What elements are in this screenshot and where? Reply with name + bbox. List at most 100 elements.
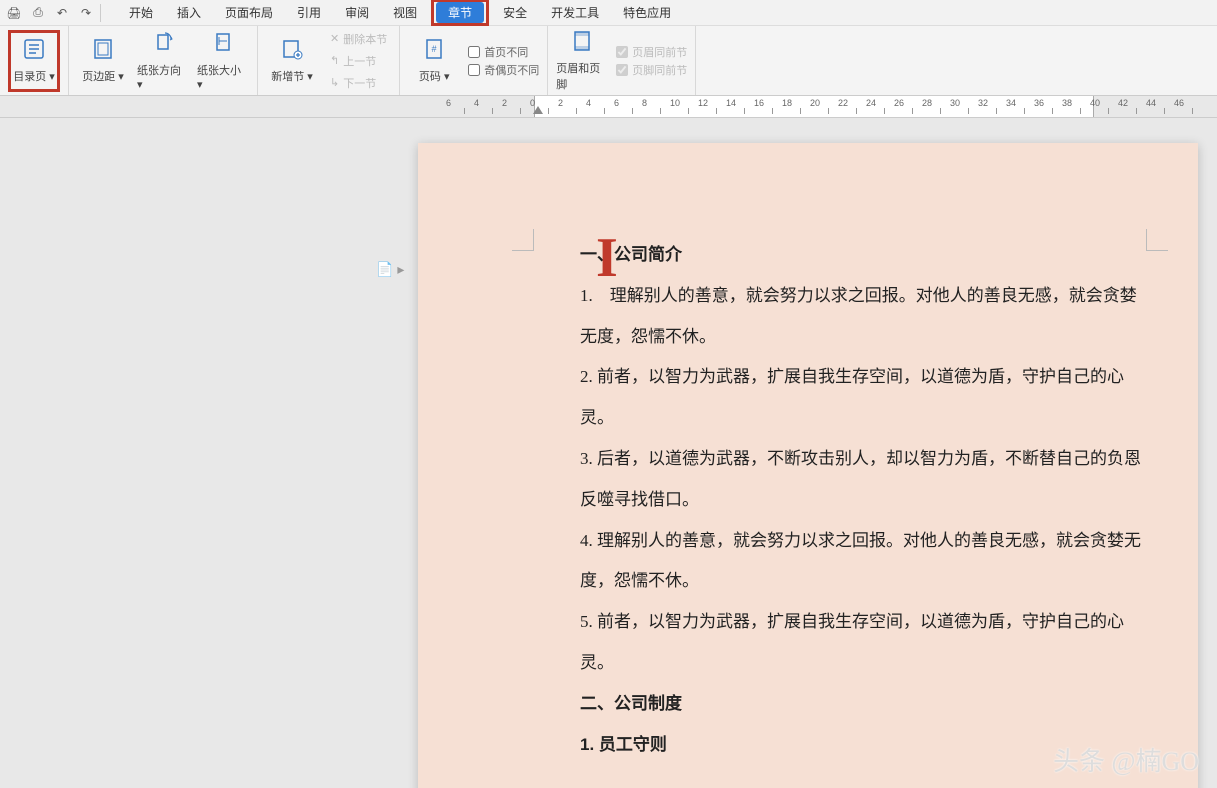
ruler-number: 38 xyxy=(1062,98,1072,108)
print-preview-icon[interactable]: ⎙ xyxy=(28,3,48,23)
toc-icon xyxy=(22,37,46,68)
ruler-number: 10 xyxy=(670,98,680,108)
svg-text:#: # xyxy=(432,44,437,54)
next-section-button: ↳ 下一节 xyxy=(326,73,391,93)
odd-even-different-checkbox[interactable]: 奇偶页不同 xyxy=(468,62,539,78)
redo-icon[interactable]: ↷ xyxy=(76,3,96,23)
delete-section-label: 删除本节 xyxy=(343,31,387,47)
tab-review[interactable]: 审阅 xyxy=(333,2,381,23)
separator xyxy=(100,4,101,22)
ruler-number: 44 xyxy=(1146,98,1156,108)
ruler-number: 6 xyxy=(446,98,451,108)
ruler-number: 32 xyxy=(978,98,988,108)
margin-corner-top-right xyxy=(1146,229,1168,251)
orientation-button[interactable]: 纸张方向 ▾ xyxy=(137,30,189,92)
ruler-number: 40 xyxy=(1090,98,1100,108)
tab-developer[interactable]: 开发工具 xyxy=(539,2,611,23)
delete-section-button: ✕ 删除本节 xyxy=(326,29,391,49)
first-page-different-checkbox[interactable]: 首页不同 xyxy=(468,44,539,60)
ruler-number: 20 xyxy=(810,98,820,108)
ruler-number: 8 xyxy=(642,98,647,108)
footer-link-previous-checkbox: 页脚同前节 xyxy=(616,62,687,78)
orientation-icon xyxy=(151,31,175,62)
orientation-label: 纸张方向 ▾ xyxy=(137,62,189,91)
tab-view[interactable]: 视图 xyxy=(381,2,429,23)
ruler-number: 34 xyxy=(1006,98,1016,108)
title-bar: 🖨 ⎙ ↶ ↷ 开始 插入 页面布局 引用 审阅 视图 章节 安全 开发工具 特… xyxy=(0,0,1217,26)
ribbon: 目录页 ▾ 页边距 ▾ 纸张方向 ▾ 纸张大小 ▾ 新增节 ▾ xyxy=(0,26,1217,96)
tab-start[interactable]: 开始 xyxy=(117,2,165,23)
page-diff-options: 首页不同 奇偶页不同 xyxy=(468,44,539,78)
document-body[interactable]: 一、公司简介 1. 理解别人的善意，就会努力以求之回报。对他人的善良无感，就会贪… xyxy=(534,235,1148,765)
group-sections: 新增节 ▾ ✕ 删除本节 ↰ 上一节 ↳ 下一节 xyxy=(258,26,400,95)
paper-size-button[interactable]: 纸张大小 ▾ xyxy=(197,30,249,92)
ruler-number: 6 xyxy=(614,98,619,108)
ruler-number: 2 xyxy=(502,98,507,108)
delete-section-icon: ✕ xyxy=(330,32,339,45)
header-link-label: 页眉同前节 xyxy=(632,44,687,60)
new-section-label: 新增节 ▾ xyxy=(271,68,313,84)
margin-corner-top-left xyxy=(512,229,534,251)
prev-label: 上一节 xyxy=(343,53,376,69)
tab-insert[interactable]: 插入 xyxy=(165,2,213,23)
section-properties-icon[interactable]: 📄 ▸ xyxy=(376,261,404,278)
ruler-number: 30 xyxy=(950,98,960,108)
ruler-number: 24 xyxy=(866,98,876,108)
paragraph[interactable]: 1. 理解别人的善意，就会努力以求之回报。对他人的善良无感，就会贪婪无度，怨懦不… xyxy=(580,276,1148,358)
group-page-setup: 页边距 ▾ 纸张方向 ▾ 纸张大小 ▾ xyxy=(69,26,258,95)
section-nav: ✕ 删除本节 ↰ 上一节 ↳ 下一节 xyxy=(326,29,391,93)
ruler-number: 36 xyxy=(1034,98,1044,108)
document-canvas[interactable]: 📄 ▸ 一、公司简介 1. 理解别人的善意，就会努力以求之回报。对他人的善良无感… xyxy=(0,118,1217,788)
size-icon xyxy=(211,31,235,62)
heading-1[interactable]: 一、公司简介 xyxy=(580,235,1148,276)
size-label: 纸张大小 ▾ xyxy=(197,62,249,91)
tab-special[interactable]: 特色应用 xyxy=(611,2,683,23)
ruler-number: 28 xyxy=(922,98,932,108)
ruler-number: 18 xyxy=(782,98,792,108)
tab-chapter[interactable]: 章节 xyxy=(436,2,484,23)
page[interactable]: 📄 ▸ 一、公司简介 1. 理解别人的善意，就会努力以求之回报。对他人的善良无感… xyxy=(418,143,1198,788)
ruler-number: 22 xyxy=(838,98,848,108)
horizontal-ruler[interactable]: 6420246810121416182022242628303234363840… xyxy=(0,96,1217,118)
footer-link-label: 页脚同前节 xyxy=(632,62,687,78)
toc-page-button[interactable]: 目录页 ▾ xyxy=(8,30,60,92)
prev-section-button: ↰ 上一节 xyxy=(326,51,380,71)
heading-1[interactable]: 二、公司制度 xyxy=(580,684,1148,725)
tab-references[interactable]: 引用 xyxy=(285,2,333,23)
ruler-number: 16 xyxy=(754,98,764,108)
next-label: 下一节 xyxy=(343,75,376,91)
new-section-icon xyxy=(280,37,304,68)
header-footer-button[interactable]: 页眉和页脚 xyxy=(556,30,608,92)
group-toc: 目录页 ▾ xyxy=(0,26,69,95)
group-header-footer: 页眉和页脚 页眉同前节 页脚同前节 xyxy=(548,26,696,95)
ruler-number: 4 xyxy=(474,98,479,108)
tab-security[interactable]: 安全 xyxy=(491,2,539,23)
link-options: 页眉同前节 页脚同前节 xyxy=(616,44,687,78)
ruler-number: 42 xyxy=(1118,98,1128,108)
indent-marker-icon[interactable] xyxy=(533,106,543,114)
paragraph[interactable]: 4. 理解别人的善意，就会努力以求之回报。对他人的善良无感，就会贪婪无度，怨懦不… xyxy=(580,521,1148,603)
prev-icon: ↰ xyxy=(330,54,339,67)
ruler-number: 4 xyxy=(586,98,591,108)
highlight-chapter-tab: 章节 xyxy=(431,0,489,26)
new-section-button[interactable]: 新增节 ▾ xyxy=(266,30,318,92)
ruler-number: 12 xyxy=(698,98,708,108)
header-footer-label: 页眉和页脚 xyxy=(556,60,608,92)
page-number-button[interactable]: # 页码 ▾ xyxy=(408,30,460,92)
page-margin-button[interactable]: 页边距 ▾ xyxy=(77,30,129,92)
margin-label: 页边距 ▾ xyxy=(82,68,124,84)
undo-icon[interactable]: ↶ xyxy=(52,3,72,23)
ribbon-tabs: 开始 插入 页面布局 引用 审阅 视图 章节 安全 开发工具 特色应用 xyxy=(117,0,683,26)
page-number-label: 页码 ▾ xyxy=(419,68,450,84)
tab-layout[interactable]: 页面布局 xyxy=(213,2,285,23)
ruler-number: 2 xyxy=(558,98,563,108)
paragraph[interactable]: 3. 后者，以道德为武器，不断攻击别人，却以智力为盾，不断替自己的负恩反噬寻找借… xyxy=(580,439,1148,521)
save-icon[interactable]: 🖨 xyxy=(4,3,24,23)
ruler-number: 26 xyxy=(894,98,904,108)
header-footer-icon xyxy=(570,29,594,60)
toc-label: 目录页 ▾ xyxy=(13,68,55,84)
paragraph[interactable]: 2. 前者，以智力为武器，扩展自我生存空间，以道德为盾，守护自己的心灵。 xyxy=(580,357,1148,439)
next-icon: ↳ xyxy=(330,76,339,89)
margin-icon xyxy=(91,37,115,68)
paragraph[interactable]: 5. 前者，以智力为武器，扩展自我生存空间，以道德为盾，守护自己的心灵。 xyxy=(580,602,1148,684)
